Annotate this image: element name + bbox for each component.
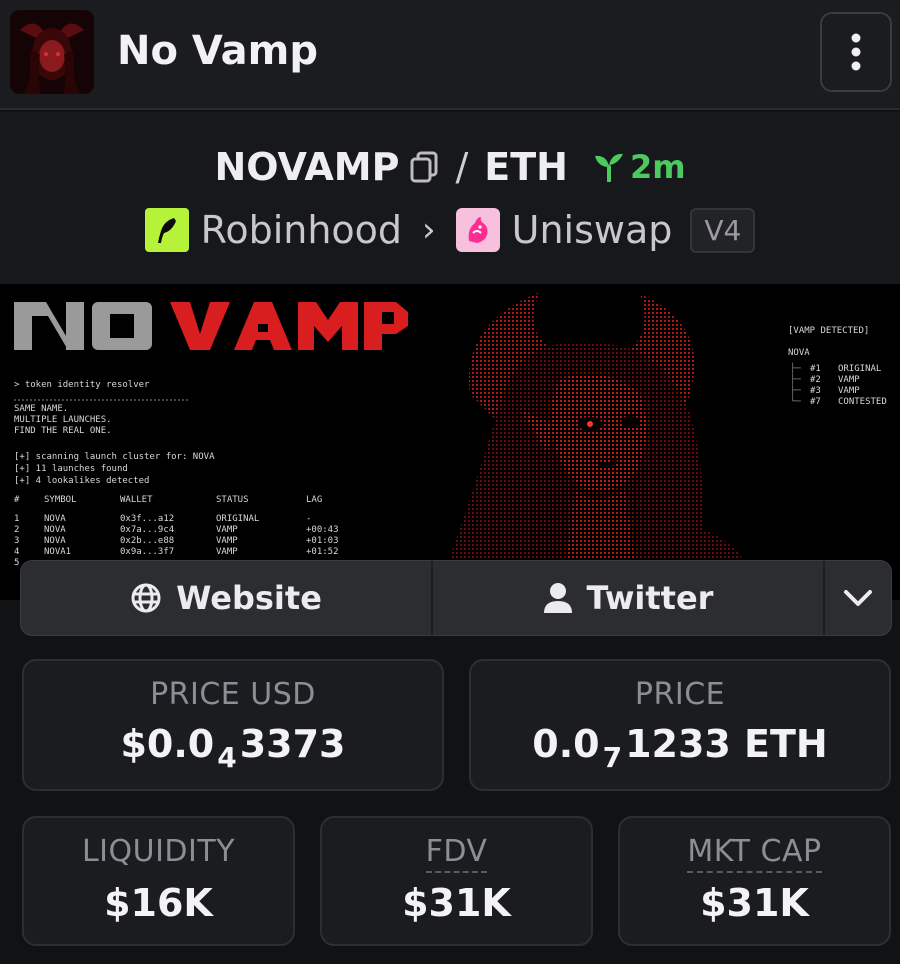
table-cell: +01:52 [306,547,339,557]
website-label: Website [176,579,322,617]
table-cell: 0x2b...e88 [120,536,175,546]
detected-status-2: VAMP [838,375,860,385]
banner-table-header-status: STATUS [216,495,249,505]
user-icon [543,583,572,613]
table-row: 4 [14,547,20,557]
seedling-icon [594,153,623,182]
price-usd-card: PRICE USD $0.0 43373 [22,659,444,791]
robinhood-logo-icon [144,208,189,252]
market-cap-value: $31K [700,881,809,925]
pair-quote-symbol: ETH [484,145,568,189]
token-banner-image: > token identity resolver SAME NAME. MUL… [0,284,900,600]
table-cell: NOVA1 [44,547,72,557]
twitter-button[interactable]: Twitter [433,561,825,635]
table-cell: VAMP [216,547,238,557]
scan-line-3: [+] 4 lookalikes detected [14,476,150,486]
twitter-label: Twitter [586,579,714,617]
globe-icon [131,583,161,613]
banner-table-header-wallet: WALLET [120,495,153,505]
detected-rank-1: #1 [810,364,821,374]
social-links-bar: Website Twitter [20,560,892,636]
price-usd-value: $0.0 43373 [120,722,346,774]
pair-base-symbol: NOVAMP [214,145,400,189]
market-cap-label-wrap: MKT CAP [620,834,889,873]
table-row: 2 [14,525,20,535]
dex-name[interactable]: Uniswap [512,208,673,252]
pair-age-text: 2m [629,148,686,186]
market-cap-card[interactable]: MKT CAP $31K [618,816,891,946]
chevron-down-icon [844,590,872,606]
table-row: 5 [14,558,20,568]
top-bar: No Vamp [0,0,900,110]
copy-icon[interactable] [409,151,439,183]
price-native-card: PRICE 0.0 71233 ETH [469,659,891,791]
table-cell: +00:43 [306,525,339,535]
banner-line-1: SAME NAME. [14,404,69,414]
table-cell: 0x7a...9c4 [120,525,175,535]
table-cell: 0x9a...3f7 [120,547,175,557]
more-vertical-icon [851,33,861,71]
detected-rank-3: #3 [810,386,821,396]
banner-table-header-lag: LAG [306,495,323,505]
liquidity-value: $16K [104,881,213,925]
table-cell: VAMP [216,536,238,546]
dex-version-badge: V4 [690,207,756,253]
table-cell: +01:03 [306,536,339,546]
fdv-value: $31K [402,881,511,925]
price-usd-zero-count: 4 [217,741,237,774]
table-cell: NOVA [44,536,66,546]
banner-table-header-symbol: SYMBOL [44,495,77,505]
banner-highlight-line: FIND THE REAL ONE. [14,426,112,436]
pair-age: 2m [592,148,686,186]
table-cell: - [306,514,312,524]
vamp-detected-title: [VAMP DETECTED] [788,326,870,336]
table-cell: VAMP [216,525,238,535]
website-button[interactable]: Website [21,561,433,635]
detected-rank-4: #7 [810,397,821,407]
fdv-card[interactable]: FDV $31K [320,816,593,946]
banner-line-2: MULTIPLE LAUNCHES. [14,415,112,425]
table-row: 3 [14,536,20,546]
vamp-detected-root: NOVA [788,348,810,358]
avatar-image [10,10,94,94]
scan-line-1: [+] scanning launch cluster for: NOVA [14,452,215,462]
liquidity-card: LIQUIDITY $16K [22,816,295,946]
token-name: No Vamp [117,28,318,74]
banner-subtitle: > token identity resolver [14,380,150,390]
pair-separator: / [455,145,469,189]
price-native-value: 0.0 71233 ETH [532,722,828,774]
chain-name[interactable]: Robinhood [201,208,402,252]
table-cell: NOVA [44,514,66,524]
more-menu-button[interactable] [820,12,892,92]
tree-branches: ├─ ├─ ├─ └─ [790,364,801,407]
banner-table-header-num: # [14,495,20,505]
chevron-right-icon: › [422,210,436,250]
detected-status-3: VAMP [838,386,860,396]
price-native-zero-count: 7 [602,741,623,774]
uniswap-logo-icon [455,208,500,252]
table-row: 1 [14,514,20,524]
detected-rank-2: #2 [810,375,821,385]
fdv-label-wrap: FDV [322,834,591,873]
liquidity-label: LIQUIDITY [81,834,236,869]
pair-info: NOVAMP / ETH 2m Robinhood › Uniswap V4 [0,112,900,284]
token-avatar[interactable] [10,10,94,94]
price-usd-label: PRICE USD [150,677,316,712]
table-cell: ORIGINAL [216,514,260,524]
scan-line-2: [+] 11 launches found [14,464,128,474]
dex-row: Robinhood › Uniswap V4 [0,204,900,256]
pair-row: NOVAMP / ETH 2m [0,142,900,192]
fdv-label: FDV [425,834,488,873]
detected-status-1: ORIGINAL [838,364,882,374]
detected-status-4: CONTESTED [838,397,887,407]
market-cap-label: MKT CAP [687,834,822,873]
more-links-button[interactable] [825,561,891,635]
table-cell: NOVA [44,525,66,535]
price-native-label: PRICE [634,677,726,712]
table-cell: 0x3f...a12 [120,514,175,524]
